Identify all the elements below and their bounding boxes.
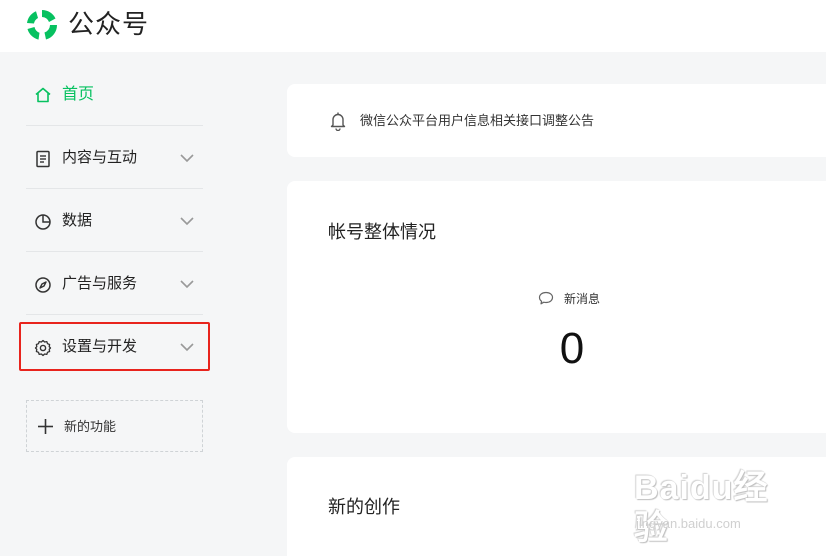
sidebar-item-data[interactable]: 数据 — [26, 190, 203, 252]
new-feature-button[interactable]: 新的功能 — [26, 400, 203, 452]
new-feature-label: 新的功能 — [64, 419, 117, 434]
sidebar-item-label: 设置与开发 — [62, 338, 138, 355]
brand-title: 公众号 — [68, 9, 150, 39]
sidebar-item-settings-dev[interactable]: 设置与开发 — [26, 316, 203, 378]
pie-chart-icon — [35, 214, 51, 230]
sidebar-item-label: 广告与服务 — [62, 275, 138, 292]
sidebar-item-label: 首页 — [62, 86, 95, 103]
sidebar-item-label: 内容与互动 — [62, 149, 138, 166]
top-bar: 公众号 — [0, 0, 826, 52]
plus-icon — [38, 419, 53, 434]
notice-link[interactable]: 微信公众平台用户信息相关接口调整公告 — [360, 112, 594, 130]
chevron-down-icon[interactable] — [179, 278, 195, 290]
new-creation-card: 新的创作 — [287, 457, 826, 556]
sidebar-item-content-interaction[interactable]: 内容与互动 — [26, 127, 203, 189]
gear-icon — [34, 339, 52, 357]
sidebar-item-ads-services[interactable]: 广告与服务 — [26, 253, 203, 315]
compass-icon — [35, 277, 51, 293]
sidebar: 首页 内容与互动 数据 广告与服务 设置与开发 新的功能 — [0, 52, 228, 556]
bell-icon — [330, 112, 346, 131]
account-overview-card: 帐号整体情况 新消息 0 — [287, 181, 826, 433]
notice-card: 微信公众平台用户信息相关接口调整公告 — [287, 84, 826, 157]
wechat-official-account-logo[interactable] — [24, 7, 60, 43]
chevron-down-icon[interactable] — [179, 152, 195, 164]
chevron-down-icon[interactable] — [179, 341, 195, 353]
overview-title: 帐号整体情况 — [328, 222, 436, 242]
chevron-down-icon[interactable] — [179, 215, 195, 227]
document-icon — [36, 150, 50, 168]
new-messages-count[interactable]: 0 — [547, 323, 597, 375]
new-messages-label: 新消息 — [564, 292, 601, 306]
chat-bubble-icon — [538, 291, 554, 305]
creation-title: 新的创作 — [328, 497, 400, 517]
sidebar-item-label: 数据 — [62, 212, 93, 229]
sidebar-item-home[interactable]: 首页 — [26, 64, 203, 126]
home-icon — [35, 87, 51, 103]
